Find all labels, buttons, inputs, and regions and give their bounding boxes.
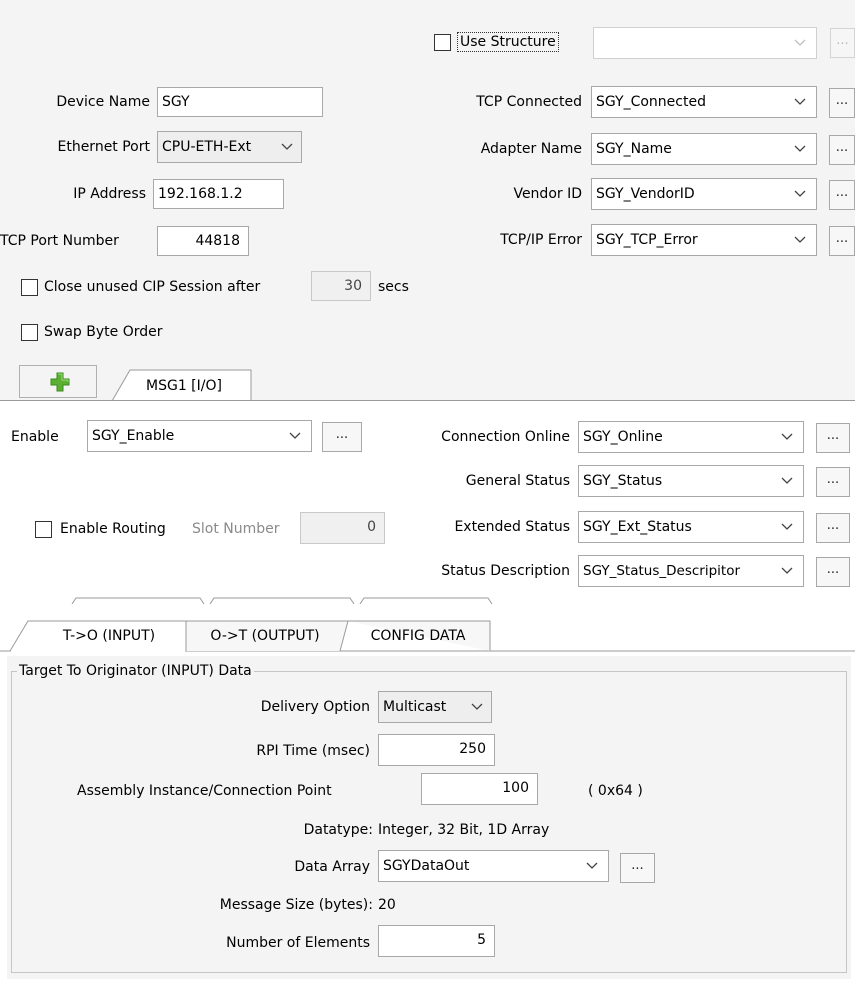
connection-online-label: Connection Online [441,429,570,445]
tcp-port-label: TCP Port Number [0,233,119,249]
data-array-select[interactable]: SGYDataOut [378,850,609,882]
device-name-label: Device Name [56,94,150,110]
tcp-error-label: TCP/IP Error [500,232,582,248]
device-name-input[interactable]: SGY [157,87,323,117]
delivery-option-label: Delivery Option [260,699,370,715]
vendor-id-browse-button[interactable]: ... [829,180,855,210]
tcp-connected-browse-button[interactable]: ... [829,88,855,118]
vendor-id-label: Vendor ID [513,186,582,202]
close-session-label: Close unused CIP Session after [44,279,261,295]
tcp-connected-select[interactable]: SGY_Connected [591,86,817,118]
status-description-browse-button[interactable]: ... [816,557,850,587]
structure-select[interactable] [593,27,817,59]
connection-online-select[interactable]: SGY_Online [578,421,804,453]
tab-msg1-label: MSG1 [I/O] [146,378,222,394]
delivery-option-select[interactable]: Multicast [378,691,492,723]
number-of-elements-input[interactable]: 5 [378,925,495,957]
use-structure-label: Use Structure [457,32,559,52]
chevron-down-icon [794,87,808,117]
chevron-down-icon [586,851,600,881]
tab-msg1[interactable]: MSG1 [I/O] [112,369,252,401]
number-of-elements-label: Number of Elements [226,935,370,951]
general-status-browse-button[interactable]: ... [816,467,850,497]
enable-select[interactable]: SGY_Enable [87,420,312,452]
tcp-error-select[interactable]: SGY_TCP_Error [591,224,817,256]
adapter-name-browse-button[interactable]: ... [829,135,855,165]
datatype-value: Integer, 32 Bit, 1D Array [378,822,550,838]
tab-config-data[interactable]: CONFIG DATA [348,623,488,649]
extended-status-browse-button[interactable]: ... [816,513,850,543]
message-size-value: 20 [378,897,396,913]
chevron-down-icon [794,179,808,209]
enable-routing-checkbox[interactable] [35,521,52,538]
io-panel: T->O (INPUT) O->T (OUTPUT) CONFIG DATA T… [0,605,855,986]
slot-number-label: Slot Number [192,521,280,537]
chevron-down-icon [781,556,795,586]
device-panel: Use Structure ... Device Name SGY Ethern… [0,0,855,401]
assembly-hex-label: ( 0x64 ) [588,783,643,799]
plus-icon [50,372,70,401]
close-session-checkbox[interactable] [21,279,38,296]
connection-online-browse-button[interactable]: ... [816,423,850,453]
rpi-time-label: RPI Time (msec) [256,743,370,759]
message-size-label: Message Size (bytes): [219,897,373,913]
general-status-label: General Status [465,473,570,489]
vendor-id-select[interactable]: SGY_VendorID [591,178,817,210]
tab-input[interactable]: T->O (INPUT) [36,623,182,649]
chevron-down-icon [781,422,795,452]
data-array-label: Data Array [294,859,370,875]
status-description-label: Status Description [441,563,570,579]
chevron-down-icon [794,134,808,164]
chevron-down-icon [781,466,795,496]
rpi-time-input[interactable]: 250 [378,734,495,766]
enable-browse-button[interactable]: ... [322,422,362,452]
io-tab-strip: T->O (INPUT) O->T (OUTPUT) CONFIG DATA [0,613,855,653]
close-session-seconds-input[interactable]: 30 [311,271,371,301]
data-array-browse-button[interactable]: ... [620,853,655,883]
structure-browse-button[interactable]: ... [830,28,855,58]
tab-output[interactable]: O->T (OUTPUT) [190,623,340,649]
add-message-button[interactable] [19,365,97,398]
datatype-label: Datatype: [303,822,373,838]
msg-panel: Enable SGY_Enable ... Enable Routing Slo… [0,400,855,604]
extended-status-label: Extended Status [454,519,570,535]
swap-byte-order-checkbox[interactable] [21,324,38,341]
ip-address-input[interactable]: 192.168.1.2 [153,179,284,209]
slot-number-input[interactable]: 0 [300,512,385,544]
chevron-down-icon [281,132,295,162]
chevron-down-icon [781,512,795,542]
group-title: Target To Originator (INPUT) Data [17,661,254,681]
use-structure-checkbox[interactable] [434,34,451,51]
chevron-down-icon [794,225,808,255]
tcp-error-browse-button[interactable]: ... [829,226,855,256]
chevron-down-icon [289,421,303,451]
ethernet-port-select[interactable]: CPU-ETH-Ext [157,131,302,163]
hidden-tabs-outline [71,597,493,604]
swap-byte-order-label: Swap Byte Order [44,324,163,340]
assembly-instance-input[interactable]: 100 [421,773,538,805]
adapter-name-select[interactable]: SGY_Name [591,133,817,165]
status-description-select[interactable]: SGY_Status_Descripitor [578,555,804,587]
general-status-select[interactable]: SGY_Status [578,465,804,497]
enable-routing-label: Enable Routing [60,521,166,537]
adapter-name-label: Adapter Name [480,141,582,157]
assembly-instance-label: Assembly Instance/Connection Point [77,783,332,799]
ip-address-label: IP Address [73,186,146,202]
chevron-down-icon [794,28,808,58]
tcp-connected-label: TCP Connected [476,94,582,110]
tcp-port-input[interactable]: 44818 [157,226,249,256]
extended-status-select[interactable]: SGY_Ext_Status [578,511,804,543]
ethernet-port-label: Ethernet Port [57,139,150,155]
chevron-down-icon [471,692,485,722]
secs-label: secs [378,279,409,295]
enable-label: Enable [11,429,59,445]
